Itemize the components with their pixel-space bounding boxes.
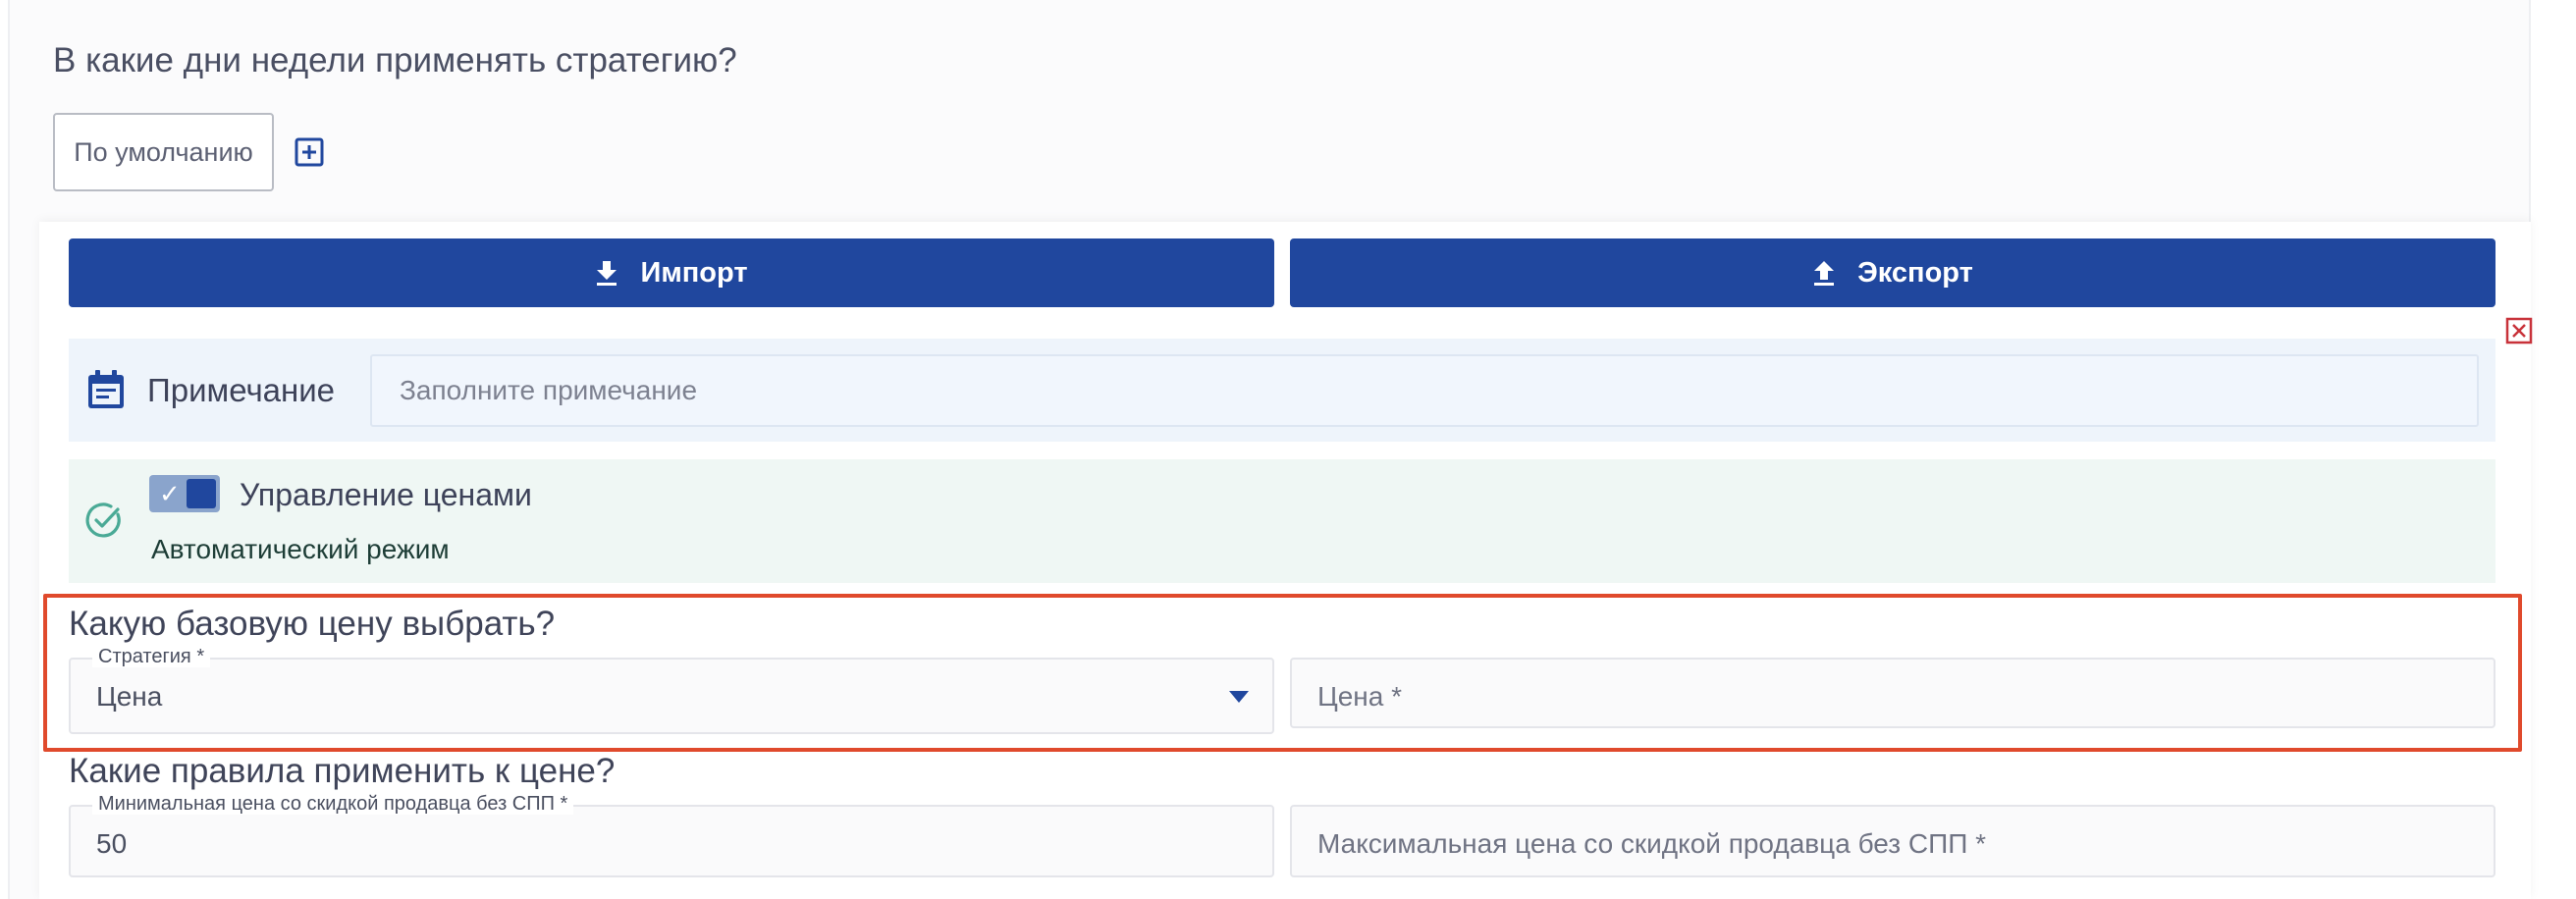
price-placeholder: Цена * bbox=[1317, 681, 1402, 712]
upload-icon bbox=[1814, 261, 1835, 286]
schedule-default-chip[interactable]: По умолчанию bbox=[53, 113, 274, 191]
import-button[interactable]: Импорт bbox=[69, 238, 1274, 307]
plus-square-icon bbox=[295, 137, 324, 167]
strategy-legend: Стратегия * bbox=[92, 646, 211, 667]
strategy-value: Цена bbox=[96, 681, 163, 712]
min-price-value: 50 bbox=[96, 828, 128, 859]
import-label: Импорт bbox=[640, 256, 748, 289]
base-price-title: Какую базовую цену выбрать? bbox=[69, 605, 556, 643]
schedule-title: В какие дни недели применять стратегию? bbox=[53, 41, 737, 79]
close-card-button[interactable] bbox=[2504, 316, 2534, 345]
add-schedule-button[interactable] bbox=[293, 135, 326, 169]
price-mode-text: Автоматический режим bbox=[151, 534, 450, 564]
price-management-label: Управление ценами bbox=[240, 477, 532, 512]
price-input[interactable]: Цена * bbox=[1290, 658, 2496, 728]
note-input[interactable] bbox=[370, 354, 2479, 427]
min-price-legend: Минимальная цена со скидкой продавца без… bbox=[92, 793, 574, 815]
toggle-knob bbox=[187, 479, 216, 508]
close-square-icon bbox=[2505, 317, 2533, 344]
caret-down-icon bbox=[1229, 691, 1249, 703]
calendar-note-icon bbox=[86, 369, 126, 410]
max-price-placeholder: Максимальная цена со скидкой продавца бе… bbox=[1317, 828, 1987, 859]
max-price-input[interactable]: Максимальная цена со скидкой продавца бе… bbox=[1290, 805, 2496, 877]
note-label: Примечание bbox=[147, 372, 336, 408]
rules-title: Какие правила применить к цене? bbox=[69, 752, 616, 790]
download-icon bbox=[597, 261, 617, 286]
toggle-check-icon: ✓ bbox=[159, 479, 181, 508]
export-label: Экспорт bbox=[1857, 256, 1973, 289]
export-button[interactable]: Экспорт bbox=[1290, 238, 2496, 307]
check-circle-icon bbox=[84, 501, 124, 540]
price-management-toggle[interactable]: ✓ bbox=[149, 475, 220, 512]
min-price-input[interactable]: Минимальная цена со скидкой продавца без… bbox=[69, 793, 1274, 877]
strategy-select[interactable]: Стратегия * Цена bbox=[69, 646, 1274, 734]
